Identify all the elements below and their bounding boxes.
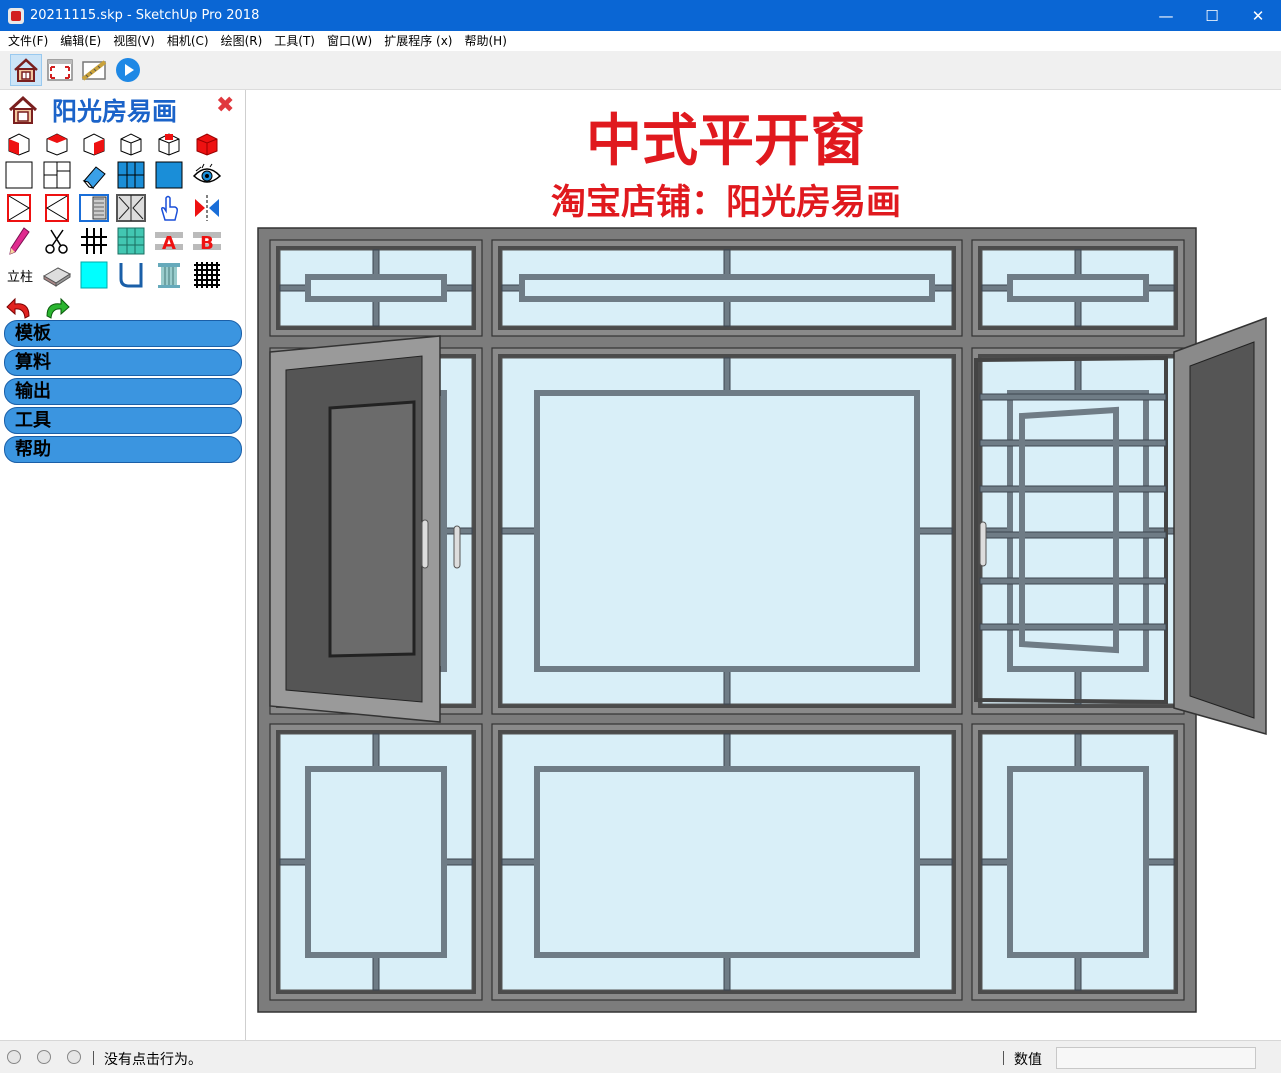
menu-tools[interactable]: 工具(T) [268, 31, 321, 51]
pillar-icon[interactable] [154, 260, 184, 290]
minimize-button[interactable]: — [1143, 0, 1189, 31]
house-icon [8, 95, 38, 124]
credits-icon[interactable] [37, 1050, 51, 1064]
panel-header: 阳光房易画 ✖ [0, 90, 246, 128]
nav-help[interactable]: 帮助 [4, 436, 242, 463]
title-bar: 20211115.skp - SketchUp Pro 2018 — ☐ ✕ [0, 0, 1281, 31]
menu-help[interactable]: 帮助(H) [458, 31, 512, 51]
toolbar [0, 51, 1281, 90]
hand-icon[interactable] [154, 193, 184, 223]
mirror-icon[interactable] [192, 193, 222, 223]
cube-left-icon[interactable] [79, 128, 109, 158]
nav-templates[interactable]: 模板 [4, 320, 242, 347]
open-right-sash-screen [1189, 341, 1255, 719]
status-separator [1003, 1051, 1004, 1065]
maximize-button[interactable]: ☐ [1189, 0, 1235, 31]
house-icon[interactable] [10, 54, 42, 86]
cube-top-icon[interactable] [42, 128, 72, 158]
sash-handle [453, 525, 461, 569]
panel-close-button[interactable]: ✖ [216, 93, 234, 118]
sash-right-icon[interactable] [42, 193, 72, 223]
profile-b-icon[interactable]: B [192, 226, 222, 256]
menu-file[interactable]: 文件(F) [2, 31, 54, 51]
mesh-icon[interactable] [192, 260, 222, 290]
geo-location-icon[interactable] [7, 1050, 21, 1064]
lattice-rail [979, 485, 1167, 493]
svg-text:A: A [162, 233, 176, 254]
window-title: 20211115.skp - SketchUp Pro 2018 [30, 8, 260, 23]
svg-text:B: B [200, 233, 214, 254]
lattice-rail [979, 393, 1167, 401]
status-bar: 没有点击行为。 数值 [0, 1040, 1281, 1073]
cube-outline-icon[interactable] [116, 128, 146, 158]
gutter-icon[interactable] [116, 260, 146, 290]
pane-split-icon[interactable] [42, 160, 72, 190]
sash-handle [979, 521, 987, 567]
decorative-lattice [1007, 766, 1149, 958]
column-tool[interactable]: 立柱 [4, 260, 36, 290]
pencil-icon[interactable] [4, 226, 34, 256]
panel-title: 阳光房易画 [52, 97, 178, 126]
model-viewport[interactable]: 中式平开窗 淘宝店铺：阳光房易画 [246, 90, 1281, 1040]
plugin-panel: 阳光房易画 ✖ A B 立柱 模板 算料 输出 工具 帮助 [0, 90, 246, 1040]
account-icon[interactable] [67, 1050, 81, 1064]
nav-materials[interactable]: 算料 [4, 349, 242, 376]
decorative-lattice [305, 274, 447, 302]
decorative-lattice [1007, 274, 1149, 302]
cube-wire-icon[interactable] [154, 128, 184, 158]
lattice-rail [979, 577, 1167, 585]
material-icon[interactable] [42, 260, 72, 290]
cube-solid-icon[interactable] [192, 128, 222, 158]
glass-icon[interactable] [154, 160, 184, 190]
sash-handle [421, 519, 429, 569]
menu-bar: 文件(F) 编辑(E) 视图(V) 相机(C) 绘图(R) 工具(T) 窗口(W… [0, 31, 1281, 51]
screen-sash-icon[interactable] [79, 193, 109, 223]
decorative-lattice [519, 274, 935, 302]
window-model[interactable] [246, 90, 1281, 1040]
scissors-icon[interactable] [42, 226, 72, 256]
sketchup-logo-icon [8, 7, 24, 24]
measurements-label: 数值 [1014, 1052, 1042, 1068]
rectangle-icon[interactable] [4, 160, 34, 190]
eye-icon[interactable] [192, 160, 222, 190]
nav-output[interactable]: 输出 [4, 378, 242, 405]
eraser-icon[interactable] [79, 160, 109, 190]
decorative-lattice [534, 390, 920, 672]
close-button[interactable]: ✕ [1235, 0, 1281, 31]
menu-view[interactable]: 视图(V) [107, 31, 161, 51]
menu-extensions[interactable]: 扩展程序 (x) [378, 31, 458, 51]
profile-a-icon[interactable]: A [154, 226, 184, 256]
cube-face-icon[interactable] [4, 128, 34, 158]
status-message: 没有点击行为。 [104, 1052, 202, 1068]
panel-grid-icon[interactable] [116, 160, 146, 190]
lattice-rail [979, 439, 1167, 447]
decorative-lattice [534, 766, 920, 958]
measurements-input[interactable] [1056, 1047, 1256, 1069]
zoom-extents-icon[interactable] [44, 54, 76, 86]
menu-edit[interactable]: 编辑(E) [54, 31, 107, 51]
decorative-lattice [305, 766, 447, 958]
status-separator [93, 1051, 94, 1065]
nav-tools[interactable]: 工具 [4, 407, 242, 434]
menu-draw[interactable]: 绘图(R) [215, 31, 269, 51]
grid-panel-icon[interactable] [116, 226, 146, 256]
lattice-rail [979, 623, 1167, 631]
cyan-panel-icon[interactable] [79, 260, 109, 290]
open-left-sash-lattice [328, 400, 416, 658]
menu-camera[interactable]: 相机(C) [161, 31, 215, 51]
measure-icon[interactable] [78, 54, 110, 86]
menu-window[interactable]: 窗口(W) [321, 31, 378, 51]
double-sash-icon[interactable] [116, 193, 146, 223]
mullion-icon[interactable] [79, 226, 109, 256]
play-icon[interactable] [112, 54, 144, 86]
lattice-rail [979, 531, 1167, 539]
sash-left-icon[interactable] [4, 193, 34, 223]
